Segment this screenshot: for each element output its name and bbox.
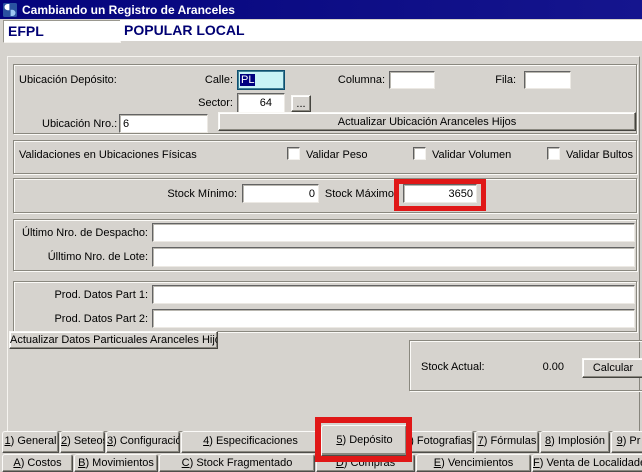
validar-volumen-label: Validar Volumen <box>432 149 511 161</box>
window-title: Cambiando un Registro de Aranceles <box>22 3 235 17</box>
sector-browse-button[interactable]: ... <box>291 95 311 112</box>
stock-actual-value: 0.00 <box>498 361 564 373</box>
validar-peso-checkbox[interactable] <box>287 147 300 160</box>
fila-label: Fila: <box>478 74 516 86</box>
calle-label: Calle: <box>180 74 233 86</box>
columna-label: Columna: <box>325 74 385 86</box>
sector-label: Sector: <box>180 97 233 109</box>
tab-movimientos[interactable]: B) Movimientos <box>74 454 158 472</box>
app-s-icon <box>3 3 17 17</box>
calcular-button[interactable]: Calcular <box>582 358 642 378</box>
prod-part2-input[interactable] <box>152 309 635 328</box>
ultimo-lote-label: Úlltimo Nro. de Lote: <box>18 251 148 263</box>
calle-selected-text: PL <box>240 74 255 86</box>
calle-input[interactable]: PL <box>237 70 285 90</box>
dialog-window: Cambiando un Registro de Aranceles EFPL … <box>0 0 642 472</box>
tab-venta-localidades-label: F) Venta de Localidade <box>533 455 642 471</box>
tab-deposito[interactable]: 5) Depósito <box>321 425 408 456</box>
product-code-field[interactable]: EFPL <box>3 20 121 43</box>
prod-part1-input[interactable] <box>152 285 635 304</box>
validaciones-label: Validaciones en Ubicaciones Físicas <box>19 149 197 161</box>
tab-costos[interactable]: A) Costos <box>2 454 73 472</box>
validar-volumen-checkbox[interactable] <box>413 147 426 160</box>
tab-movimientos-label: B) Movimientos <box>75 455 157 471</box>
ubicacion-nro-input[interactable] <box>119 114 208 133</box>
tab-especificaciones-label: 4) Especificaciones <box>182 432 319 451</box>
tab-fotografias[interactable]: 6) Fotografias <box>402 431 474 453</box>
tab-compras[interactable]: D) Compras <box>316 454 415 472</box>
tab-costos-label: A) Costos <box>3 455 72 471</box>
stock-maximo-label: Stock Máximo: <box>321 188 397 200</box>
tab-especificaciones[interactable]: 4) Especificaciones <box>181 431 320 453</box>
sector-input[interactable] <box>237 93 285 113</box>
tab-configuracion[interactable]: 3) Configuración <box>106 431 180 453</box>
tab-stock-fragmentado[interactable]: C) Stock Fragmentado <box>159 454 315 472</box>
columna-input[interactable] <box>389 71 435 89</box>
product-name-field[interactable]: POPULAR LOCAL <box>120 20 642 41</box>
actualizar-datos-button[interactable]: Actualizar Datos Particuales Aranceles H… <box>9 331 218 349</box>
stock-minimo-label: Stock Mínimo: <box>158 188 237 200</box>
tab-fotografias-label: 6) Fotografias <box>403 432 473 451</box>
tab-venta-localidades[interactable]: F) Venta de Localidade <box>532 454 642 472</box>
validar-peso-label: Validar Peso <box>306 149 368 161</box>
tab-vencimientos-label: E) Vencimientos <box>417 455 530 471</box>
actualizar-ubicacion-button[interactable]: Actualizar Ubicación Aranceles Hijos <box>218 112 636 131</box>
validar-bultos-label: Validar Bultos <box>566 149 633 161</box>
prod-part2-label: Prod. Datos Part 2: <box>18 313 148 325</box>
tab-stock-fragmentado-label: C) Stock Fragmentado <box>160 455 314 471</box>
ultimo-despacho-label: Último Nro. de Despacho: <box>18 227 148 239</box>
tab-compras-label: D) Compras <box>317 455 414 471</box>
tab-9[interactable]: 9) Pr <box>611 431 642 453</box>
prod-part1-label: Prod. Datos Part 1: <box>18 289 148 301</box>
tab-vencimientos[interactable]: E) Vencimientos <box>416 454 531 472</box>
tab-formulas[interactable]: 7) Fórmulas <box>475 431 539 453</box>
tab-configuracion-label: 3) Configuración <box>107 432 179 451</box>
tab-9-label: 9) Pr <box>612 432 642 451</box>
ultimo-lote-input[interactable] <box>152 247 635 267</box>
tab-seteos-label: 2) Seteos <box>61 432 104 451</box>
validar-bultos-checkbox[interactable] <box>547 147 560 160</box>
tab-general[interactable]: 1) General <box>2 431 59 453</box>
tab-general-label: 1) General <box>3 432 58 451</box>
stock-maximo-input[interactable] <box>403 184 477 203</box>
stock-minimo-input[interactable] <box>242 184 319 203</box>
tab-deposito-label: 5) Depósito <box>322 426 407 454</box>
title-bar[interactable]: Cambiando un Registro de Aranceles <box>0 0 642 19</box>
ubicacion-deposito-label: Ubicación Depósito: <box>19 74 117 86</box>
tab-implosion[interactable]: 8) Implosión <box>540 431 610 453</box>
ultimo-despacho-input[interactable] <box>152 223 635 242</box>
fila-input[interactable] <box>524 71 571 89</box>
tab-implosion-label: 8) Implosión <box>541 432 609 451</box>
tab-seteos[interactable]: 2) Seteos <box>60 431 105 453</box>
tab-formulas-label: 7) Fórmulas <box>476 432 538 451</box>
ubicacion-nro-label: Ubicación Nro.: <box>42 118 117 130</box>
stock-actual-label: Stock Actual: <box>421 361 485 373</box>
